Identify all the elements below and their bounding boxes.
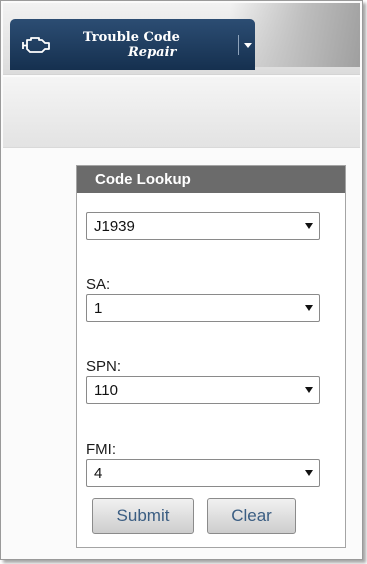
fmi-label: FMI: — [86, 441, 116, 458]
protocol-select[interactable]: J1939 — [86, 212, 320, 240]
sa-select[interactable]: 1 — [86, 294, 320, 322]
dropdown-arrow-icon — [305, 223, 313, 229]
fmi-select[interactable]: 4 — [86, 459, 320, 487]
app-title-line2: Repair — [128, 45, 177, 60]
clear-button[interactable]: Clear — [207, 498, 296, 534]
protocol-select-value: J1939 — [94, 218, 135, 235]
sa-label: SA: — [86, 276, 111, 293]
app-window: Trouble Code Repair Code Lookup J1939 SA… — [0, 0, 363, 560]
code-lookup-panel: Code Lookup J1939 SA: 1 SPN: 110 FMI: 4 … — [76, 165, 346, 548]
top-bar: Trouble Code Repair — [3, 3, 360, 75]
submit-button[interactable]: Submit — [92, 498, 194, 534]
app-brand-menu[interactable]: Trouble Code Repair — [10, 19, 255, 70]
engine-icon — [22, 37, 50, 53]
header-band — [3, 77, 360, 148]
spn-label: SPN: — [86, 358, 122, 375]
panel-title: Code Lookup — [77, 166, 345, 193]
spn-select-value: 110 — [94, 382, 118, 399]
dropdown-arrow-icon — [305, 387, 313, 393]
dropdown-arrow-icon — [305, 470, 313, 476]
spn-select[interactable]: 110 — [86, 376, 320, 404]
brand-divider — [238, 35, 239, 55]
dropdown-arrow-icon — [305, 305, 313, 311]
fmi-select-value: 4 — [94, 465, 103, 482]
caret-down-icon[interactable] — [244, 43, 252, 48]
app-title-line1: Trouble Code — [83, 30, 180, 45]
sa-select-value: 1 — [94, 300, 103, 317]
